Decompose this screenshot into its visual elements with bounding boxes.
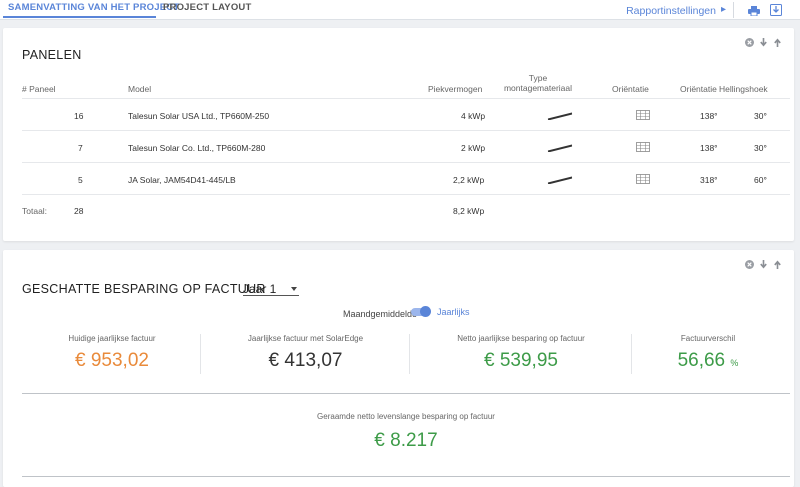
mount-rail-icon [547,112,573,120]
panel-grid-icon [636,174,650,184]
net-savings-label: Netto jaarlijkse besparing op factuur [457,334,585,343]
panel-grid-icon [636,142,650,152]
lifetime-savings-value: € 8.217 [374,430,438,451]
arrow-down-icon[interactable] [759,38,768,47]
bill-with-solaredge-value: € 413,07 [268,350,343,371]
bill-difference-label: Factuurverschil [680,334,736,343]
row-divider [22,98,790,99]
section-divider [22,476,790,477]
tab-project-layout[interactable]: PROJECT LAYOUT [163,2,252,13]
row2-count: 7 [78,143,83,153]
row1-orientation: 138° [700,111,718,121]
year-select-value: Jaar 1 [243,282,277,296]
bill-difference-number: 56,66 [677,350,726,371]
section-divider [22,393,790,394]
row2-peak: 2 kWp [461,143,486,153]
col-header-model: Model [128,84,152,94]
report-settings-link[interactable]: Rapportinstellingen [626,5,716,17]
col-header-orientation-icon: Oriëntatie [612,84,649,94]
top-bar: SAMENVATTING VAN HET PROJECT PROJECT LAY… [0,0,800,20]
download-icon[interactable] [770,4,782,16]
row-divider [22,162,790,163]
toolbar-divider [733,2,734,18]
savings-title: GESCHATTE BESPARING OP FACTUUR [22,282,266,296]
col-header-mount-type: Type montagemateriaal [503,73,573,93]
close-circle-icon[interactable] [745,260,754,269]
current-bill-value: € 953,02 [75,350,149,371]
row2-model: Talesun Solar Co. Ltd., TP660M-280 [128,143,266,153]
row1-peak: 4 kWp [461,111,486,121]
bill-with-solaredge-label: Jaarlijkse factuur met SolarEdge [247,334,364,343]
metric-divider [200,334,201,374]
active-tab-indicator [3,16,156,18]
card-tools [745,38,782,47]
year-select[interactable]: Jaar 1 [243,282,299,296]
period-toggle[interactable] [411,306,431,317]
yearly-label[interactable]: Jaarlijks [437,307,470,317]
current-bill-label: Huidige jaarlijkse factuur [68,334,156,343]
row-divider [22,130,790,131]
metric-divider [409,334,410,374]
row3-orientation: 318° [700,175,718,185]
arrow-down-icon[interactable] [759,260,768,269]
metric-divider [631,334,632,374]
row1-model: Talesun Solar USA Ltd., TP660M-250 [128,111,270,121]
mount-rail-icon [547,144,573,152]
row3-peak: 2,2 kWp [453,175,485,185]
panels-card: PANELEN # Paneel Model Piekvermogen Type… [3,28,794,241]
tab-project-summary[interactable]: SAMENVATTING VAN HET PROJECT [8,2,179,13]
card-tools [745,260,782,269]
panel-grid-icon [636,110,650,120]
total-peak: 8,2 kWp [453,206,485,216]
lifetime-savings-label: Geraamde netto levenslange besparing op … [317,412,495,421]
arrow-up-icon[interactable] [773,38,782,47]
arrow-up-icon[interactable] [773,260,782,269]
row2-tilt: 30° [754,143,767,153]
col-header-tilt: Hellingshoek [719,84,768,94]
total-count: 28 [74,206,84,216]
chevron-right-icon[interactable]: ▸ [721,4,726,15]
savings-card: GESCHATTE BESPARING OP FACTUUR Jaar 1 Ma… [3,250,794,487]
close-circle-icon[interactable] [745,38,754,47]
monthly-average-label[interactable]: Maandgemiddelde [343,309,417,319]
col-header-panel-count: # Paneel [22,84,56,94]
print-icon[interactable] [748,6,760,16]
panels-title: PANELEN [22,48,82,62]
row3-model: JA Solar, JAM54D41-445/LB [128,175,236,185]
row1-count: 16 [74,111,84,121]
row2-orientation: 138° [700,143,718,153]
caret-down-icon [291,287,297,291]
net-savings-value: € 539,95 [484,350,558,371]
row-divider [22,194,790,195]
row3-tilt: 60° [754,175,767,185]
bill-difference-value: 56,66 % [633,350,783,372]
percent-unit: % [730,358,739,368]
toggle-knob [420,306,431,317]
mount-rail-icon [547,176,573,184]
col-header-peak-power: Piekvermogen [428,84,483,94]
total-label: Totaal: [22,206,48,216]
row3-count: 5 [78,175,83,185]
col-header-orientation: Oriëntatie [680,84,717,94]
row1-tilt: 30° [754,111,767,121]
